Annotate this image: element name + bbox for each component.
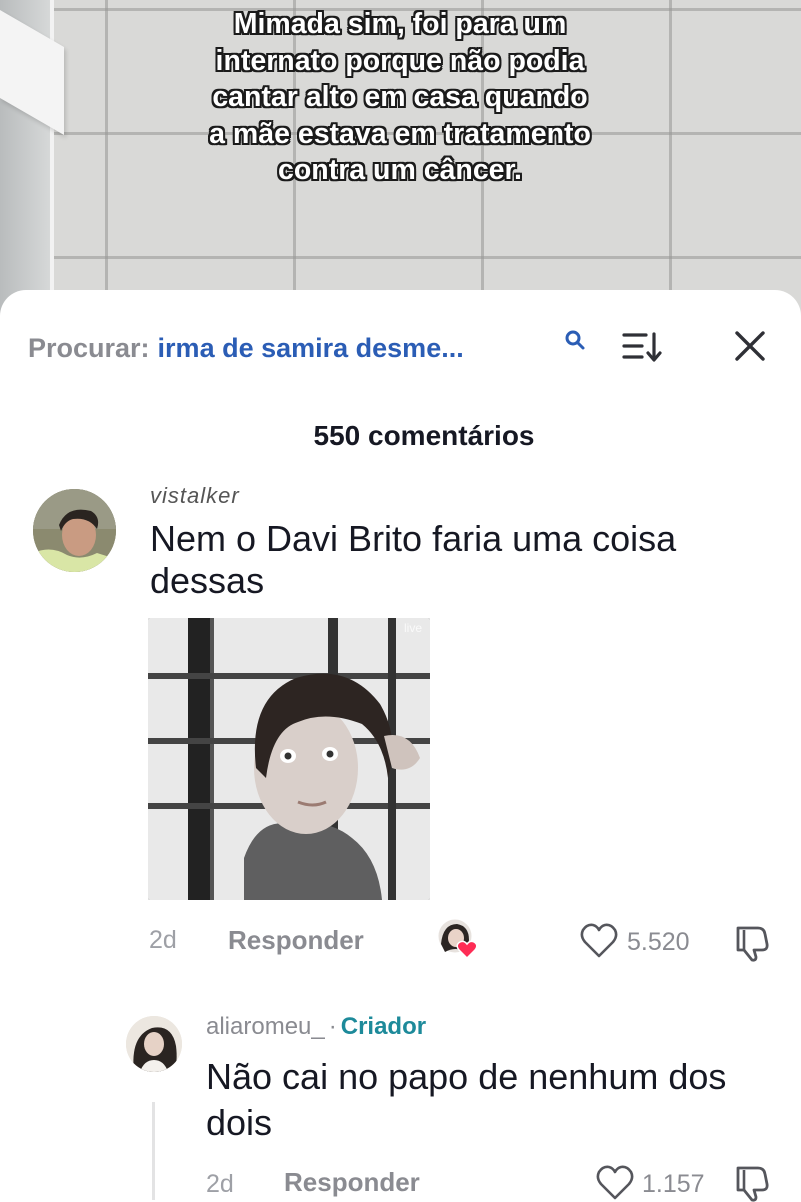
caption-line: a mãe estava em tratamento	[209, 117, 591, 150]
gif-image: live	[148, 618, 430, 900]
caption-line: contra um câncer.	[278, 154, 522, 186]
comment-time: 2d	[149, 926, 177, 954]
like-count: 1.157	[642, 1170, 705, 1198]
caption-line: cantar alto em casa quando	[212, 81, 588, 113]
reply-username-row: aliaromeu_ · Criador	[206, 1013, 426, 1041]
reply-text: Não cai no papo de nenhum dos dois	[206, 1056, 727, 1143]
comment-count: 550 comentários	[313, 420, 535, 451]
heart-icon[interactable]	[595, 1164, 635, 1202]
gif-watermark: live	[404, 621, 422, 635]
like-count: 5.520	[627, 928, 690, 956]
video-background[interactable]: Mimada sim, foi para um internato porque…	[0, 0, 801, 330]
caption-line: Mimada sim, foi para um	[233, 8, 567, 40]
reply-time: 2d	[206, 1170, 234, 1198]
creator-liked-icon	[437, 918, 483, 964]
video-caption: Mimada sim, foi para um internato porque…	[120, 6, 680, 189]
creator-badge: Criador	[340, 1013, 427, 1040]
search-prefix: Procurar:	[28, 332, 150, 363]
comment-gif[interactable]: live	[148, 618, 430, 900]
reply-username[interactable]: aliaromeu_	[206, 1013, 325, 1040]
heart-icon[interactable]	[579, 922, 619, 960]
caption-line: internato porque não podia	[215, 44, 585, 77]
reply-button[interactable]: Responder	[228, 925, 364, 956]
avatar[interactable]	[33, 489, 116, 572]
separator-dot: ·	[328, 1013, 337, 1040]
avatar-photo	[33, 489, 116, 572]
avatar-photo	[126, 1016, 182, 1072]
dislike-icon[interactable]	[732, 922, 772, 962]
comment-text: Nem o Davi Brito faria uma coisa dessas	[150, 518, 677, 601]
avatar[interactable]	[126, 1016, 182, 1072]
search-suggestion[interactable]: Procurar: irma de samira desme...	[28, 330, 464, 366]
search-query-link[interactable]: irma de samira desme...	[158, 333, 464, 364]
reply-button[interactable]: Responder	[284, 1167, 420, 1198]
reply-thread-line	[152, 1102, 155, 1200]
close-icon[interactable]	[734, 330, 766, 362]
sort-icon[interactable]	[622, 330, 664, 364]
dislike-icon[interactable]	[732, 1162, 772, 1202]
search-icon[interactable]	[563, 328, 587, 352]
